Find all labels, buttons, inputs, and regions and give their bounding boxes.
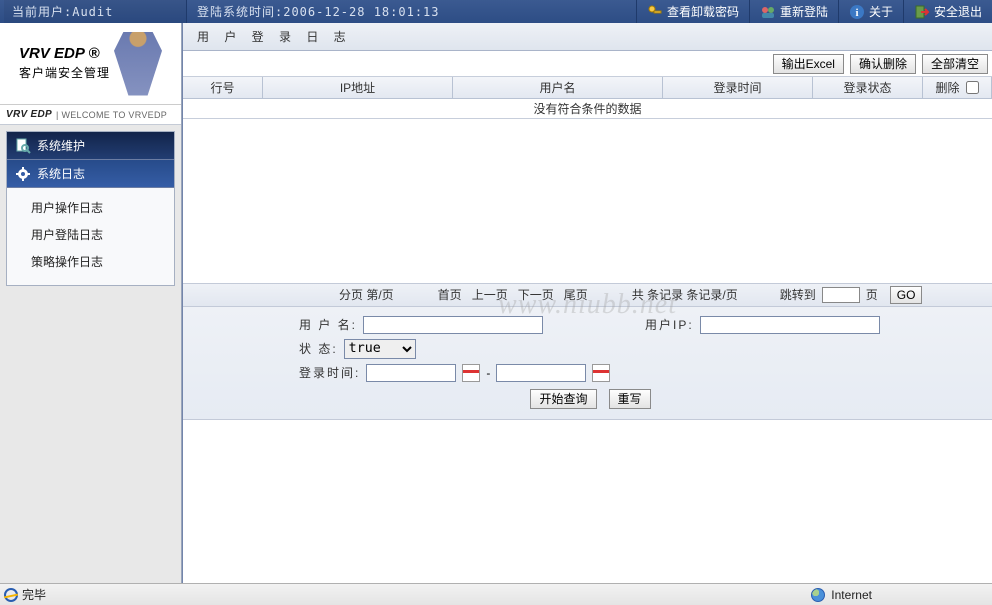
- current-user-label: 当前用户:Audit: [12, 3, 113, 20]
- pager-page-indicator: 分页 第/页: [339, 286, 394, 303]
- login-time-label: 登陆系统时间:2006-12-28 18:01:13: [197, 3, 440, 20]
- grid-body-area: www.niubb.net: [183, 119, 992, 283]
- ie-icon: [4, 588, 18, 602]
- nav-group-syslog[interactable]: 系统日志: [7, 160, 174, 188]
- mascot-figure: [114, 32, 162, 96]
- nav-group-maintenance[interactable]: 系统维护: [7, 132, 174, 160]
- pager-prev[interactable]: 上一页: [470, 286, 510, 303]
- welcome-bar: VRV EDP | WELCOME TO VRVEDP: [0, 105, 181, 125]
- internet-zone-icon: [811, 588, 825, 602]
- sidebar-nav: 系统维护 系统日志 用户操作日志 用户登陆日志 策略操作日志: [0, 125, 181, 292]
- page-title: 用 户 登 录 日 志: [183, 23, 992, 51]
- pager-go-button[interactable]: GO: [890, 286, 923, 304]
- clear-all-button[interactable]: 全部清空: [922, 54, 988, 74]
- query-button[interactable]: 开始查询: [530, 389, 596, 409]
- welcome-brand: VRV EDP: [6, 109, 52, 120]
- col-login-state: 登录状态: [813, 77, 923, 98]
- calendar-to-icon[interactable]: [592, 364, 610, 382]
- filter-time-from-input[interactable]: [366, 364, 456, 382]
- about-link[interactable]: 关于: [869, 3, 893, 20]
- filter-time-sep: -: [486, 366, 490, 380]
- status-zone: Internet: [831, 588, 872, 602]
- col-row-number: 行号: [183, 77, 263, 98]
- calendar-from-icon[interactable]: [462, 364, 480, 382]
- svg-text:i: i: [855, 7, 858, 19]
- relogin-link[interactable]: 重新登陆: [780, 3, 828, 20]
- export-excel-button[interactable]: 输出Excel: [773, 54, 844, 74]
- pager-last[interactable]: 尾页: [562, 286, 590, 303]
- col-delete-label: 删除: [935, 79, 959, 96]
- nav-sub-user-op-log[interactable]: 用户操作日志: [7, 194, 174, 221]
- users-icon: [760, 4, 776, 20]
- main-panel: 用 户 登 录 日 志 输出Excel 确认删除 全部清空 行号 IP地址 用户…: [182, 23, 992, 583]
- gear-user-icon: [15, 166, 31, 182]
- pager: 分页 第/页 首页 上一页 下一页 尾页 共 条记录 条记录/页 跳转到 页 G…: [183, 283, 992, 307]
- filter-login-time-label: 登录时间:: [299, 364, 360, 381]
- nav-group-syslog-label: 系统日志: [37, 165, 85, 182]
- view-password-link[interactable]: 查看卸载密码: [667, 3, 739, 20]
- filter-state-select[interactable]: true: [344, 339, 416, 359]
- grid-empty-message: 没有符合条件的数据: [183, 99, 992, 119]
- nav-sub-user-login-log[interactable]: 用户登陆日志: [7, 221, 174, 248]
- confirm-delete-button[interactable]: 确认删除: [850, 54, 916, 74]
- logo-panel: VRV EDP ® 客户端安全管理: [0, 23, 181, 105]
- safe-exit-link[interactable]: 安全退出: [934, 3, 982, 20]
- col-delete: 删除: [923, 77, 992, 98]
- key-icon: [647, 4, 663, 20]
- nav-sub-policy-op-log[interactable]: 策略操作日志: [7, 248, 174, 275]
- pager-first[interactable]: 首页: [436, 286, 464, 303]
- nav-group-maintenance-label: 系统维护: [37, 137, 85, 154]
- grid: 行号 IP地址 用户名 登录时间 登录状态 删除 没有符合条件的数据: [183, 77, 992, 119]
- pager-jump-label: 跳转到: [780, 286, 816, 303]
- col-ip: IP地址: [263, 77, 453, 98]
- grid-header: 行号 IP地址 用户名 登录时间 登录状态 删除: [183, 77, 992, 99]
- brand-reg: ®: [88, 45, 99, 62]
- exit-icon: [914, 4, 930, 20]
- pager-total: 共 条记录 条记录/页: [632, 286, 738, 303]
- filter-userip-input[interactable]: [700, 316, 880, 334]
- col-login-time: 登录时间: [663, 77, 813, 98]
- pager-page-suffix: 页: [866, 286, 878, 303]
- pager-next[interactable]: 下一页: [516, 286, 556, 303]
- info-icon: i: [849, 4, 865, 20]
- status-done: 完毕: [22, 586, 46, 603]
- top-bar: 当前用户:Audit 登陆系统时间:2006-12-28 18:01:13 查看…: [0, 0, 992, 23]
- toolbar: 输出Excel 确认删除 全部清空: [183, 51, 992, 77]
- filter-time-to-input[interactable]: [496, 364, 586, 382]
- col-username: 用户名: [453, 77, 663, 98]
- filter-username-input[interactable]: [363, 316, 543, 334]
- search-doc-icon: [15, 138, 31, 154]
- sidebar: VRV EDP ® 客户端安全管理 VRV EDP | WELCOME TO V…: [0, 23, 182, 583]
- status-bar: 完毕 Internet: [0, 583, 992, 605]
- pager-jump-input[interactable]: [822, 287, 860, 303]
- welcome-text: | WELCOME TO VRVEDP: [56, 110, 167, 120]
- delete-all-checkbox[interactable]: [966, 81, 979, 94]
- filter-username-label: 用 户 名:: [299, 316, 357, 333]
- filter-panel: 用 户 名: 用户IP: 状 态: true 登录时间: -: [183, 307, 992, 420]
- reset-button[interactable]: 重写: [609, 389, 651, 409]
- brand-text: VRV EDP: [19, 45, 84, 62]
- brand-subtitle: 客户端安全管理: [19, 64, 110, 81]
- filter-state-label: 状 态:: [299, 340, 338, 357]
- filter-userip-label: 用户IP:: [645, 316, 694, 333]
